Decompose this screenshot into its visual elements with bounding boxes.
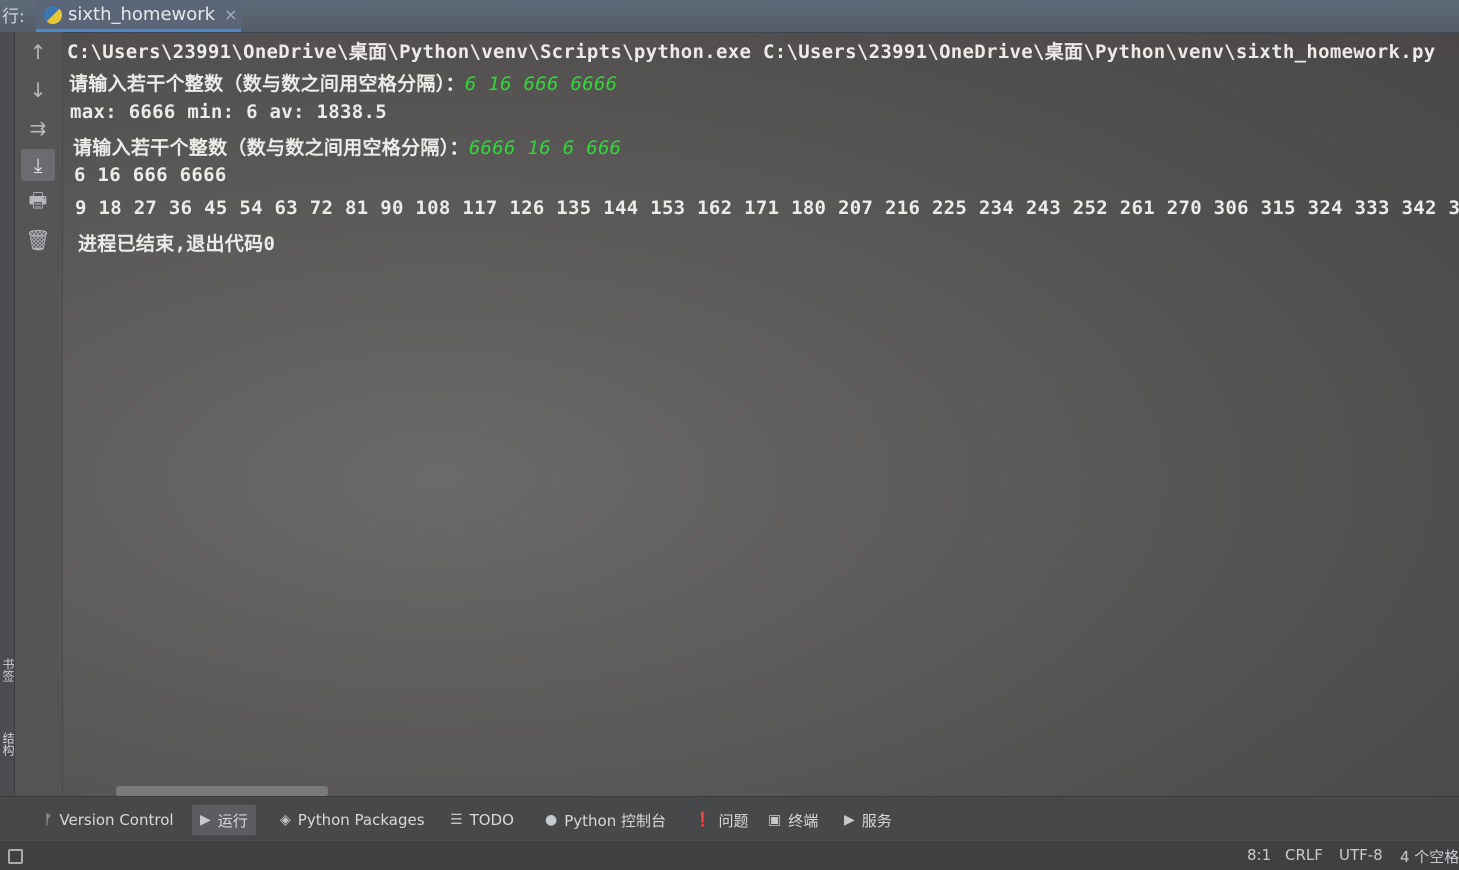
packages-icon: ◈ <box>280 812 291 828</box>
output-line-multiples: 9 18 27 36 45 54 63 72 81 90 108 117 126… <box>75 197 1459 219</box>
tab-label: TODO <box>469 811 514 829</box>
command-line: C:\Users\23991\OneDrive\桌面\Python\venv\S… <box>67 41 1436 63</box>
close-icon[interactable]: × <box>224 5 237 24</box>
user-input: 6 16 666 6666 <box>464 73 618 95</box>
console-output[interactable]: C:\Users\23991\OneDrive\桌面\Python\venv\S… <box>63 32 1459 792</box>
file-encoding[interactable]: UTF-8 <box>1339 846 1383 864</box>
soft-wrap-icon[interactable]: ⇉ <box>21 112 55 144</box>
tab-bar: 行: sixth_homework × <box>0 0 1459 33</box>
output-line-prompt1: 请输入若干个整数（数与数之间用空格分隔）：6 16 666 6666 <box>69 69 617 96</box>
up-arrow-icon[interactable]: ↑ <box>21 36 55 68</box>
tab-terminal[interactable]: ▣ 终端 <box>760 805 818 835</box>
prompt-text: 请输入若干个整数（数与数之间用空格分隔）： <box>69 73 465 95</box>
tab-python-console[interactable]: ● Python 控制台 <box>537 805 666 835</box>
tab-label: 服务 <box>861 811 892 830</box>
ide-window: 行: sixth_homework × 书签 结构 ↑ ↓ ⇉ ⤓ 🖶 🗑 C:… <box>0 0 1459 870</box>
trash-icon[interactable]: 🗑 <box>21 224 55 256</box>
output-line-result: max: 6666 min: 6 av: 1838.5 <box>70 101 387 123</box>
run-label: 行: <box>2 7 25 27</box>
warning-icon: ❗ <box>694 812 712 828</box>
services-icon: ▶ <box>844 812 855 828</box>
tab-problems[interactable]: ❗ 问题 <box>686 805 748 835</box>
tab-label: 运行 <box>217 811 248 830</box>
tab-label: 问题 <box>718 811 749 830</box>
list-icon: ☰ <box>450 812 463 828</box>
indent-setting[interactable]: 4 个空格 <box>1400 846 1459 867</box>
tab-run[interactable]: ▶ 运行 <box>192 805 256 835</box>
tab-label: 终端 <box>788 811 819 830</box>
python-console-icon: ● <box>545 812 558 828</box>
print-icon[interactable]: 🖶 <box>21 187 55 219</box>
tab-todo[interactable]: ☰ TODO <box>442 805 514 835</box>
left-tool-strip: 书签 结构 <box>0 32 15 870</box>
down-arrow-icon[interactable]: ↓ <box>21 74 55 106</box>
tab-label: sixth_homework <box>68 4 216 25</box>
tool-window-bar: ᚠ Version Control ▶ 运行 ◈ Python Packages… <box>0 796 1459 843</box>
tool-windows-toggle-icon[interactable] <box>8 849 23 864</box>
tab-version-control[interactable]: ᚠ Version Control <box>36 805 174 835</box>
output-line-exit: 进程已结束,退出代码0 <box>78 233 276 255</box>
tab-label: Python Packages <box>297 811 425 829</box>
status-bar: 8:1 CRLF UTF-8 4 个空格 <box>0 842 1459 870</box>
scroll-to-end-icon[interactable]: ⤓ <box>21 149 55 181</box>
run-icon: ▶ <box>200 812 211 828</box>
output-line-sorted: 6 16 666 6666 <box>74 164 227 186</box>
horizontal-scrollbar[interactable] <box>116 786 328 796</box>
tab-label: Version Control <box>59 811 174 829</box>
git-branch-icon: ᚠ <box>44 812 53 828</box>
terminal-icon: ▣ <box>768 812 782 828</box>
line-separator[interactable]: CRLF <box>1285 846 1323 864</box>
caret-position[interactable]: 8:1 <box>1247 846 1271 864</box>
console-toolbar: ↑ ↓ ⇉ ⤓ 🖶 🗑 <box>15 32 63 792</box>
tab-services[interactable]: ▶ 服务 <box>836 805 892 835</box>
tab-sixth-homework[interactable]: sixth_homework × <box>36 0 241 32</box>
prompt-text: 请输入若干个整数（数与数之间用空格分隔）： <box>73 137 469 159</box>
tab-label: Python 控制台 <box>564 811 666 830</box>
output-line-prompt2: 请输入若干个整数（数与数之间用空格分隔）：6666 16 6 666 <box>73 133 621 160</box>
user-input: 6666 16 6 666 <box>468 137 622 159</box>
tab-python-packages[interactable]: ◈ Python Packages <box>272 805 425 835</box>
python-file-icon <box>44 5 62 24</box>
